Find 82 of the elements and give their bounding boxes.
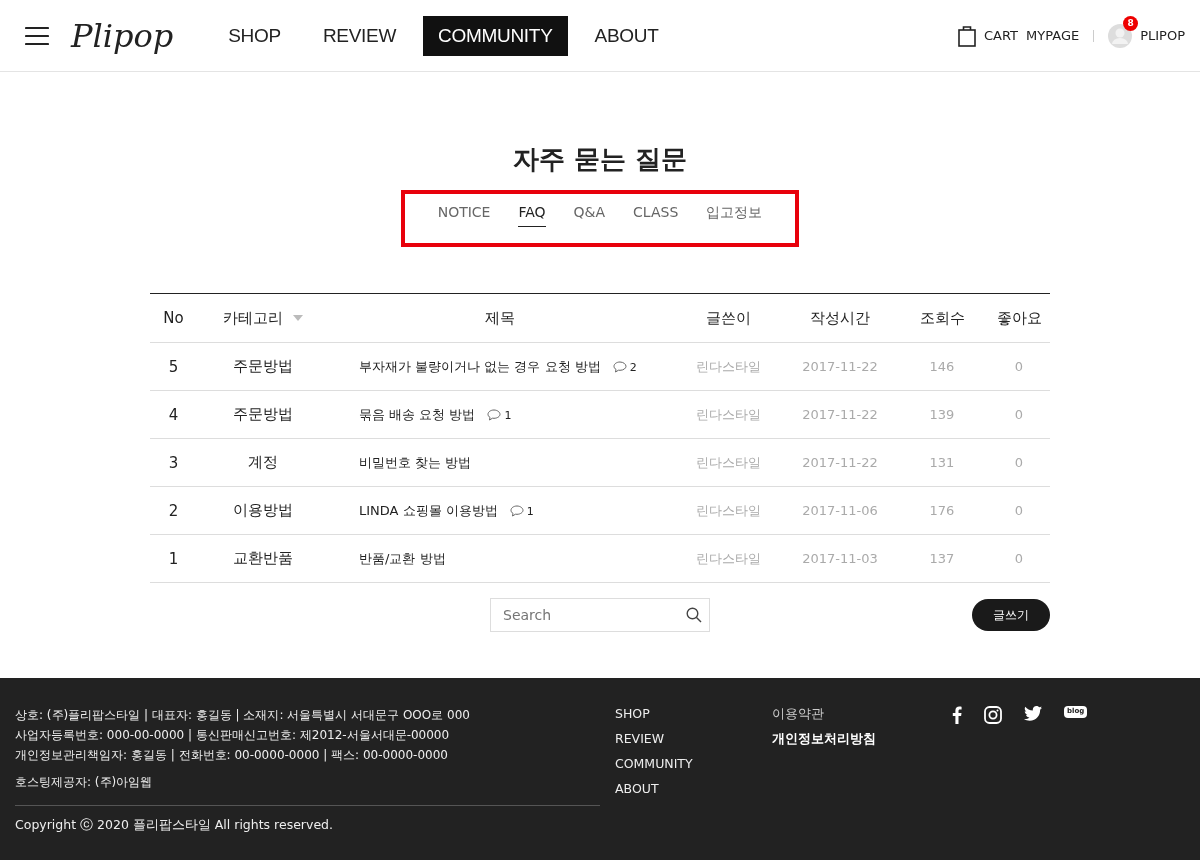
nav-link[interactable]: REVIEW xyxy=(307,15,412,56)
mypage-link[interactable]: MYPAGE xyxy=(1026,28,1080,43)
table-cell: 0 xyxy=(1014,455,1024,470)
table-cell: 0 xyxy=(1014,359,1024,374)
column-header: 좋아요 xyxy=(996,308,1042,327)
page-title: 자주 묻는 질문 xyxy=(512,143,688,176)
table-cell: 2017-11-22 xyxy=(802,455,878,470)
nav-link[interactable]: COMMUNITY xyxy=(423,15,568,56)
table-cell: 주문방법 xyxy=(233,405,293,423)
post-title-link[interactable]: 부자재가 불량이거나 없는 경우 요청 방법 xyxy=(359,358,601,374)
table-cell: 0 xyxy=(1014,407,1024,422)
post-title-link[interactable]: 반품/교환 방법 xyxy=(359,550,446,566)
policy-link[interactable]: 이용약관 xyxy=(772,706,952,723)
nav-link[interactable]: SHOP xyxy=(213,15,296,56)
table-cell: 린다스타일 xyxy=(695,358,761,374)
menu-icon[interactable] xyxy=(25,25,49,46)
table-cell: 린다스타일 xyxy=(695,406,761,422)
table-cell: 176 xyxy=(929,503,955,518)
table-cell: 2017-11-22 xyxy=(802,359,878,374)
write-button[interactable]: 글쓰기 xyxy=(972,599,1050,631)
column-header: 글쓴이 xyxy=(705,308,751,327)
table-cell: 린다스타일 xyxy=(695,454,761,470)
table-cell: 2017-11-06 xyxy=(802,503,878,518)
search-icon[interactable] xyxy=(686,607,702,623)
comment-icon xyxy=(612,361,627,373)
table-cell: 0 xyxy=(1014,503,1024,518)
twitter-icon[interactable] xyxy=(1024,706,1042,721)
table-cell: 139 xyxy=(929,407,955,422)
table-cell: 2 xyxy=(168,501,179,520)
footer-nav-link[interactable]: REVIEW xyxy=(615,731,772,746)
table-cell: 2017-11-03 xyxy=(802,551,878,566)
logo[interactable]: Plipop xyxy=(71,16,174,55)
post-title-link[interactable]: 비밀번호 찾는 방법 xyxy=(359,454,472,470)
column-header: No xyxy=(163,309,184,327)
footer-nav-link[interactable]: COMMUNITY xyxy=(615,756,772,771)
column-header: 작성시간 xyxy=(810,308,870,327)
company-info-text: 상호: (주)플리팝스타일 | 대표자: 홍길동 | 소재지: 서울특별시 서대문구 OOO로 000 xyxy=(15,707,471,724)
user-link[interactable]: PLIPOP xyxy=(1140,28,1185,43)
nav-link[interactable]: ABOUT xyxy=(579,15,674,56)
company-info-text: 개인정보관리책임자: 홍길동 | 전화번호: 00-0000-0000 | 팩스: 00-0000-0000 xyxy=(15,747,449,764)
company-info-text: 사업자등록번호: 000-00-0000 | 통신판매신고번호: 제2012-서울서대문-00000 xyxy=(15,727,451,744)
search-field[interactable]: Search xyxy=(490,598,710,632)
post-title-link[interactable]: LINDA 쇼핑몰 이용방법 xyxy=(359,502,498,518)
comment-count: 1 xyxy=(504,408,512,422)
table-cell: 0 xyxy=(1014,551,1024,566)
table-cell: 계정 xyxy=(248,453,278,471)
post-title-link[interactable]: 묶음 배송 요청 방법 xyxy=(359,406,476,422)
table-cell: 3 xyxy=(168,453,179,472)
cart-link[interactable]: CART xyxy=(984,28,1019,43)
column-header: 조회수 xyxy=(919,308,965,327)
table-cell: 이용방법 xyxy=(233,501,293,519)
policy-link[interactable]: 개인정보처리방침 xyxy=(772,731,952,748)
table-cell: 131 xyxy=(929,455,955,470)
copyright-text: Copyright ⓒ 2020 플리팝스타일 All rights reserved. xyxy=(15,817,334,834)
board-tab[interactable]: FAQ xyxy=(518,204,546,227)
board-tab[interactable]: NOTICE xyxy=(437,204,491,227)
footer-nav-link[interactable]: ABOUT xyxy=(615,781,772,796)
facebook-icon[interactable] xyxy=(952,706,962,724)
board-tab[interactable]: CLASS xyxy=(633,204,679,227)
hosting-text: 호스팅제공자: (주)아임웹 xyxy=(15,774,154,791)
board-tab[interactable]: Q&A xyxy=(573,204,606,227)
board-tab[interactable]: 입고정보 xyxy=(706,204,763,227)
table-cell: 2017-11-22 xyxy=(802,407,878,422)
instagram-icon[interactable] xyxy=(984,706,1002,724)
comment-count: 2 xyxy=(629,360,637,374)
table-cell: 137 xyxy=(929,551,955,566)
table-cell: 146 xyxy=(929,359,955,374)
column-header[interactable]: 카테고리 xyxy=(223,308,283,327)
table-cell: 4 xyxy=(168,405,179,424)
table-cell: 5 xyxy=(168,357,179,376)
column-header: 제목 xyxy=(485,308,515,327)
notification-badge: 8 xyxy=(1123,15,1139,31)
comment-icon xyxy=(487,409,502,421)
table-cell: 주문방법 xyxy=(233,357,293,375)
comment-icon xyxy=(509,505,524,517)
comment-count: 1 xyxy=(526,504,534,518)
table-cell: 린다스타일 xyxy=(695,550,761,566)
table-cell: 린다스타일 xyxy=(695,502,761,518)
table-cell: 교환반품 xyxy=(233,549,293,567)
footer-nav-link[interactable]: SHOP xyxy=(615,706,772,721)
table-cell: 1 xyxy=(168,549,179,568)
shopping-bag-icon[interactable] xyxy=(958,24,977,47)
